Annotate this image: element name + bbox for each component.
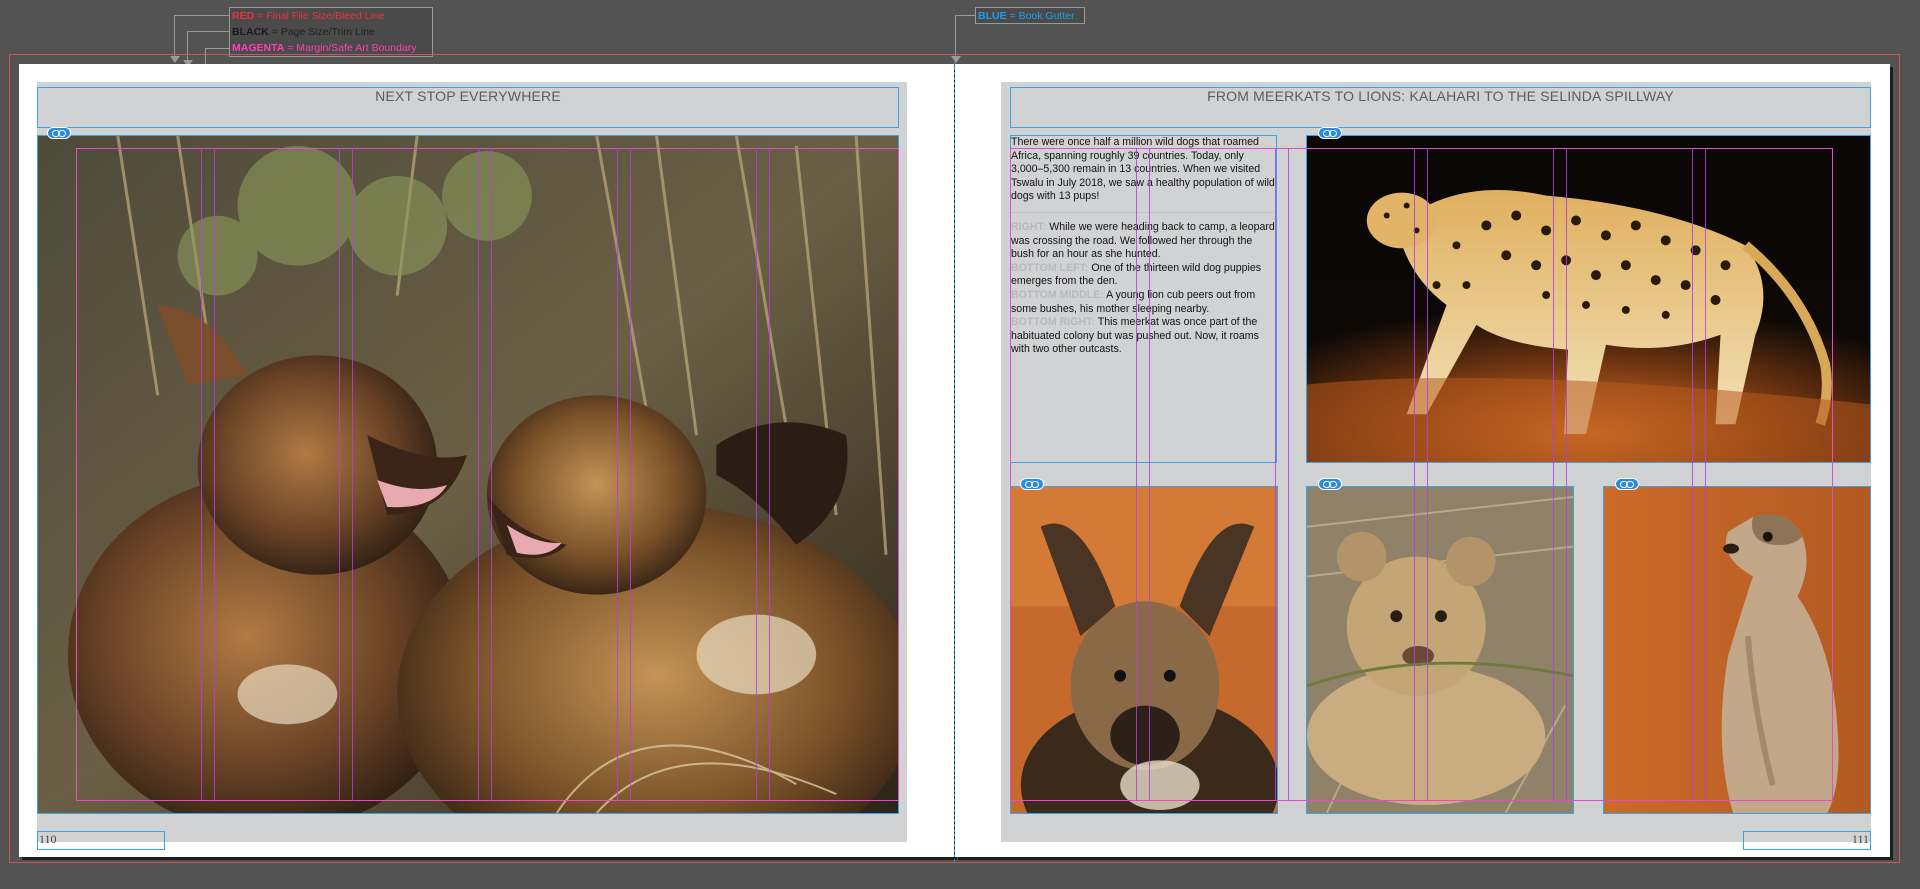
right-folio-frame[interactable]: 111 bbox=[1743, 831, 1871, 850]
column-guide bbox=[630, 148, 631, 801]
column-guide bbox=[1566, 148, 1567, 801]
left-folio-frame[interactable]: 110 bbox=[37, 831, 165, 850]
column-guide bbox=[1553, 148, 1554, 801]
legend-box-gutter: BLUE = Book Gutter bbox=[975, 7, 1085, 24]
legend-leader-black bbox=[187, 31, 230, 32]
legend-leader-magenta bbox=[205, 48, 230, 49]
legend-red: RED = Final File Size/Bleed Line bbox=[232, 10, 385, 22]
column-guide bbox=[1705, 148, 1706, 801]
legend-box: RED = Final File Size/Bleed Line BLACK =… bbox=[229, 7, 433, 57]
column-guide bbox=[1136, 148, 1137, 801]
column-guide bbox=[214, 148, 215, 801]
right-page-header: FROM MEERKATS TO LIONS: KALAHARI TO THE … bbox=[1207, 88, 1674, 104]
right-header-frame[interactable]: FROM MEERKATS TO LIONS: KALAHARI TO THE … bbox=[1010, 87, 1871, 128]
left-page-number: 110 bbox=[39, 832, 57, 846]
column-guide bbox=[478, 148, 479, 801]
legend-black: BLACK = Page Size/Trim Line bbox=[232, 26, 375, 38]
column-guide bbox=[491, 148, 492, 801]
column-guide bbox=[756, 148, 757, 801]
column-guide bbox=[1427, 148, 1428, 801]
column-guide bbox=[1149, 148, 1150, 801]
legend-leader-red-vertical bbox=[174, 15, 175, 59]
book-gutter bbox=[954, 62, 955, 862]
column-guide bbox=[352, 148, 353, 801]
legend-leader-blue-vertical bbox=[955, 15, 956, 57]
column-guide bbox=[339, 148, 340, 801]
right-page-number: 111 bbox=[1851, 832, 1869, 846]
link-icon[interactable] bbox=[1318, 127, 1342, 139]
column-guide bbox=[1288, 148, 1289, 801]
left-margin-guide bbox=[76, 148, 899, 801]
column-guide bbox=[769, 148, 770, 801]
legend-leader-blue bbox=[955, 15, 975, 16]
legend-leader-red bbox=[174, 15, 230, 16]
column-guide bbox=[1692, 148, 1693, 801]
column-guide bbox=[201, 148, 202, 801]
left-header-frame[interactable]: NEXT STOP EVERYWHERE bbox=[37, 87, 899, 128]
left-page-header: NEXT STOP EVERYWHERE bbox=[375, 88, 561, 104]
link-icon[interactable] bbox=[47, 127, 71, 139]
column-guide bbox=[617, 148, 618, 801]
column-guide bbox=[1414, 148, 1415, 801]
column-guide bbox=[1275, 148, 1276, 801]
right-margin-guide bbox=[1010, 148, 1833, 801]
